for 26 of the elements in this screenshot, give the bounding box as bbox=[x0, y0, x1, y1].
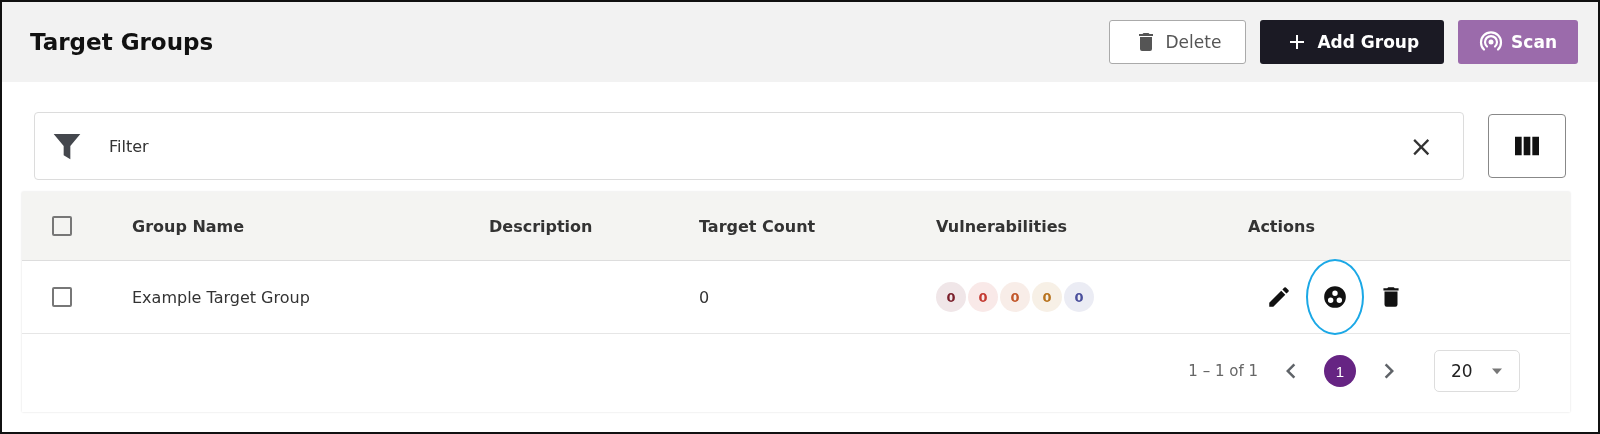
count-badge: 0 bbox=[936, 282, 966, 312]
count-badge: 0 bbox=[1032, 282, 1062, 312]
columns-button[interactable] bbox=[1488, 114, 1566, 178]
table-cell: 0 bbox=[699, 287, 710, 307]
checkbox[interactable] bbox=[52, 216, 72, 236]
count-badge: 0 bbox=[1064, 282, 1094, 312]
column-header[interactable]: Group Name bbox=[132, 216, 245, 236]
page-title: Target Groups bbox=[30, 29, 214, 55]
count-badge: 0 bbox=[1000, 282, 1030, 312]
pencil-icon bbox=[1266, 284, 1292, 310]
page-range: 1 – 1 of 1 bbox=[1188, 362, 1258, 380]
column-header[interactable]: Vulnerabilities bbox=[936, 216, 1068, 236]
column-header[interactable]: Actions bbox=[1248, 216, 1315, 236]
checkbox[interactable] bbox=[52, 287, 72, 307]
column-header[interactable]: Description bbox=[489, 216, 593, 236]
group-button[interactable] bbox=[1306, 259, 1364, 335]
count-badge: 0 bbox=[968, 282, 998, 312]
table-cell: Example Target Group bbox=[132, 287, 310, 307]
column-header[interactable]: Target Count bbox=[699, 216, 816, 236]
delete-button[interactable]: Delete bbox=[1108, 20, 1247, 64]
clear-button[interactable]: × bbox=[1395, 129, 1447, 163]
page-size-select[interactable]: 20 bbox=[1434, 350, 1520, 392]
filter-field[interactable]: Filter × bbox=[34, 112, 1464, 180]
add-group-button[interactable]: Add Group bbox=[1260, 20, 1445, 64]
page-button[interactable]: 1 bbox=[1324, 355, 1356, 387]
scan-button[interactable]: Scan bbox=[1458, 20, 1578, 64]
